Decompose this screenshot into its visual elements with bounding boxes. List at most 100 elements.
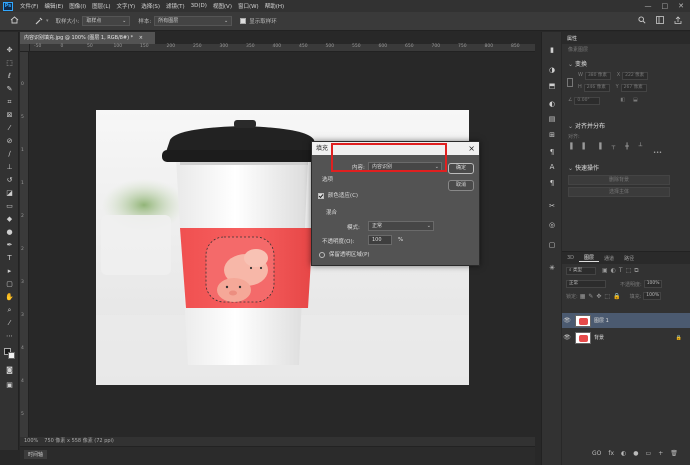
visibility-eye-icon[interactable]: 👁 <box>562 334 572 341</box>
hand-tool-icon[interactable]: ✋ <box>4 293 15 302</box>
flip-horizontal-icon[interactable]: ◧ <box>620 97 625 103</box>
lasso-tool-icon[interactable]: ℓ <box>4 72 15 81</box>
sample-select[interactable]: 所有图层 ⌄ <box>154 16 233 26</box>
zoom-level[interactable]: 100% <box>24 437 38 446</box>
more-options-icon[interactable]: ••• <box>568 150 690 156</box>
healing-brush-icon[interactable]: ⊘ <box>4 137 15 146</box>
y-field[interactable]: 267 像素 <box>620 84 647 92</box>
adjustment-layer-icon[interactable]: ● <box>633 450 638 457</box>
marquee-tool-icon[interactable]: ⬚ <box>4 59 15 68</box>
eyedropper-tool-icon[interactable] <box>34 16 46 27</box>
group-icon[interactable]: ▭ <box>646 450 652 457</box>
x-field[interactable]: 222 像素 <box>622 72 649 80</box>
type-tool-icon[interactable]: T <box>4 254 15 263</box>
tab-paths[interactable]: 路径 <box>619 255 639 262</box>
menu-help[interactable]: 帮助(H) <box>262 2 287 10</box>
brush-settings-icon[interactable]: ⊞ <box>547 131 557 140</box>
link-dimensions-icon[interactable] <box>567 78 573 87</box>
move-tool-icon[interactable]: ✥ <box>4 46 15 55</box>
paragraph-icon[interactable]: ¶ <box>547 148 557 157</box>
path-select-icon[interactable]: ▸ <box>4 267 15 276</box>
layer-row-background[interactable]: 👁 背景 🔒 <box>562 330 690 345</box>
mode-select[interactable]: 正常 ⌄ <box>368 221 434 231</box>
search-icon[interactable] <box>638 16 646 26</box>
blend-mode-select[interactable]: 正常 <box>566 280 606 288</box>
fill-field[interactable]: 100% <box>643 292 662 300</box>
background-color-swatch[interactable] <box>8 352 15 359</box>
character-icon[interactable]: A <box>547 163 557 172</box>
close-window-button[interactable]: ✕ <box>678 2 684 10</box>
crop-tool-icon[interactable]: ⌗ <box>4 98 15 107</box>
tab-properties[interactable]: 属性 <box>562 35 582 42</box>
layer-filter-select[interactable]: ⌕ 类型 <box>566 267 596 275</box>
cancel-button[interactable]: 取消 <box>448 180 474 191</box>
maximize-button[interactable]: □ <box>662 2 669 10</box>
visibility-eye-icon[interactable]: 👁 <box>562 317 572 324</box>
menu-file[interactable]: 文件(F) <box>17 2 41 10</box>
layer-row-layer1[interactable]: 👁 图层 1 <box>562 313 690 328</box>
tab-channels[interactable]: 通道 <box>599 255 619 262</box>
menu-type[interactable]: 文字(Y) <box>114 2 139 10</box>
link-layers-icon[interactable]: GO <box>592 450 601 457</box>
tools-icon[interactable]: ✂ <box>547 202 557 211</box>
dialog-close-icon[interactable]: × <box>468 142 475 155</box>
share-icon[interactable] <box>674 16 682 26</box>
menu-image[interactable]: 图像(I) <box>66 2 89 10</box>
preserve-transparency-row[interactable]: 保留透明区域(P) <box>319 250 370 258</box>
menu-view[interactable]: 视图(V) <box>210 2 235 10</box>
layer-name[interactable]: 图层 1 <box>594 317 609 324</box>
eraser-tool-icon[interactable]: ◪ <box>4 189 15 198</box>
layer-opacity-field[interactable]: 100% <box>643 280 662 288</box>
menu-edit[interactable]: 编辑(E) <box>41 2 66 10</box>
document-tab-close-icon[interactable]: × <box>139 35 143 41</box>
timeline-tab[interactable]: 时间轴 <box>24 450 48 459</box>
eyedropper-icon[interactable]: ⁄ <box>4 124 15 133</box>
dodge-tool-icon[interactable]: ● <box>4 228 15 237</box>
document-tab[interactable]: 内容识别填充.jpg @ 100% (图层 1, RGB/8#) * × <box>20 32 155 44</box>
lock-icons[interactable]: ▦✎✥⬚🔒 <box>580 293 624 300</box>
width-field[interactable]: 380 像素 <box>584 72 611 80</box>
angle-field[interactable]: 0.00° <box>574 97 601 105</box>
layer-name[interactable]: 背景 <box>594 334 604 341</box>
menu-layer[interactable]: 图层(L) <box>89 2 113 10</box>
color-wheel-icon[interactable]: ◑ <box>547 66 557 75</box>
minimize-button[interactable]: — <box>645 2 652 10</box>
quick-actions-header[interactable]: ⌄ 快速操作 <box>562 163 690 172</box>
tab-3d[interactable]: 3D <box>562 255 579 261</box>
menu-filter[interactable]: 滤镜(T) <box>163 2 188 10</box>
transform-header[interactable]: ⌄ 变换 <box>562 59 690 68</box>
color-sampler-icon[interactable]: ⁄ <box>4 319 15 328</box>
histogram-icon[interactable]: ▮ <box>547 46 557 55</box>
zoom-tool-icon[interactable]: ⌕ <box>4 306 15 315</box>
align-buttons[interactable]: ▐ ▌ ▐ ┬ ╋ ┴ <box>568 143 690 150</box>
layer-filter-icons[interactable]: ▣◐T⬚⧉ <box>602 267 642 275</box>
height-field[interactable]: 246 像素 <box>583 84 610 92</box>
menu-select[interactable]: 选择(S) <box>138 2 163 10</box>
color-adapt-checkbox[interactable] <box>318 192 324 199</box>
color-adapt-row[interactable]: 颜色适应(C) <box>318 191 358 199</box>
preserve-transparency-checkbox[interactable] <box>319 251 325 258</box>
quick-mask-icon[interactable]: ◙ <box>4 366 15 375</box>
sample-size-select[interactable]: 取样点 ⌄ <box>82 16 131 26</box>
sparkle-icon[interactable]: ✳ <box>547 264 557 273</box>
trash-icon[interactable]: 🗑 <box>670 450 678 457</box>
frame-tool-icon[interactable]: ⊠ <box>4 111 15 120</box>
new-layer-icon[interactable]: + <box>658 450 663 457</box>
adjustments-icon[interactable]: ◐ <box>547 100 557 109</box>
select-subject-button[interactable]: 选择主体 <box>568 187 670 197</box>
flip-vertical-icon[interactable]: ⬓ <box>633 97 638 103</box>
align-header[interactable]: ⌄ 对齐并分布 <box>562 121 690 130</box>
opacity-input[interactable]: 100 <box>368 235 392 245</box>
swatches-icon[interactable]: ⬒ <box>547 82 557 91</box>
blur-tool-icon[interactable]: ◆ <box>4 215 15 224</box>
menu-3d[interactable]: 3D(D) <box>188 3 210 9</box>
rectangle-tool-icon[interactable]: ▢ <box>4 280 15 289</box>
home-icon[interactable] <box>10 16 20 26</box>
gradient-tool-icon[interactable]: ▭ <box>4 202 15 211</box>
libraries-icon[interactable]: ▤ <box>547 115 557 124</box>
glyphs-icon[interactable]: ¶ <box>547 179 557 188</box>
fx-icon[interactable]: fx <box>608 450 614 457</box>
history-brush-icon[interactable]: ↺ <box>4 176 15 185</box>
info-icon[interactable]: ▢ <box>547 241 557 250</box>
menu-window[interactable]: 窗口(W) <box>235 2 262 10</box>
